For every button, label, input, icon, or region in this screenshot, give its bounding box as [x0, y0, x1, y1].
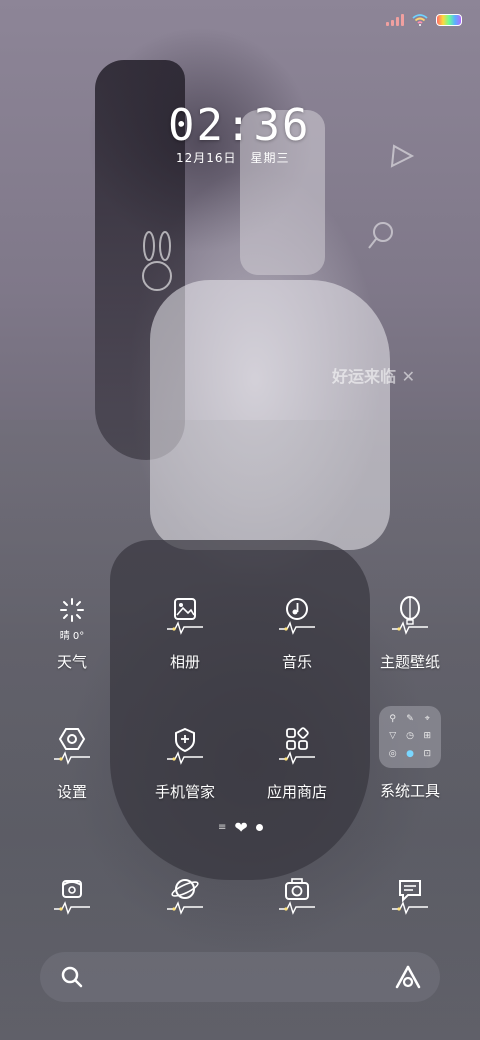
- app-store[interactable]: 应用商店: [237, 725, 357, 802]
- folder-system-tools[interactable]: ⚲ ✎ ⌖ ▽ ◷ ⊞ ◎ ● ⊡ 系统工具: [350, 706, 470, 801]
- dock-messages[interactable]: [350, 875, 470, 923]
- app-label: 应用商店: [266, 783, 327, 801]
- app-store-icon: [273, 725, 321, 773]
- app-settings[interactable]: 设置: [12, 725, 132, 802]
- gallery-icon: [161, 595, 209, 643]
- wallpaper-shirt: [150, 280, 390, 550]
- app-label: 设置: [56, 783, 87, 801]
- settings-icon: [48, 725, 96, 773]
- theme-balloon-icon: [386, 595, 434, 643]
- bunny-deco-icon: [142, 231, 172, 291]
- page-dot: [255, 824, 263, 831]
- browser-planet-icon: [161, 875, 209, 923]
- slogan-text: 好运来临: [332, 367, 397, 386]
- status-bar: [386, 14, 462, 26]
- assistant-icon[interactable]: [394, 964, 422, 990]
- clock-date[interactable]: 12月16日 星期三: [176, 149, 290, 166]
- dock-browser[interactable]: [125, 875, 245, 923]
- app-label: 音乐: [281, 653, 312, 671]
- app-label: 相册: [169, 653, 200, 671]
- messages-icon: [386, 875, 434, 923]
- app-label: 主题壁纸: [379, 653, 440, 671]
- signal-icon: [386, 14, 404, 26]
- heart-page-icon: ❤: [234, 818, 248, 837]
- wallpaper-slogan: 好运来临 ✕: [332, 363, 415, 387]
- app-weather[interactable]: 晴 0° 天气: [12, 595, 132, 672]
- weather-temp: 晴 0°: [59, 631, 85, 642]
- close-deco-icon: ✕: [401, 367, 415, 386]
- search-icon[interactable]: [60, 965, 84, 989]
- date-label: 12月16日: [176, 151, 237, 165]
- page-indicator[interactable]: ≡ ❤: [218, 818, 263, 837]
- battery-icon: [436, 14, 462, 26]
- folder-icon: ⚲ ✎ ⌖ ▽ ◷ ⊞ ◎ ● ⊡: [379, 706, 441, 768]
- clock-time[interactable]: 02:36: [168, 100, 310, 151]
- weather-sun-icon: 晴 0°: [48, 595, 96, 643]
- dock-camera[interactable]: [237, 875, 357, 923]
- camera-icon: [273, 875, 321, 923]
- search-bar[interactable]: [40, 952, 440, 1002]
- app-label: 天气: [56, 653, 87, 671]
- dock-phone[interactable]: [12, 875, 132, 923]
- app-music[interactable]: 音乐: [237, 595, 357, 672]
- phone-icon: [48, 875, 96, 923]
- minus-one-screen-icon: ≡: [218, 822, 227, 833]
- music-icon: [273, 595, 321, 643]
- app-gallery[interactable]: 相册: [125, 595, 245, 672]
- app-theme[interactable]: 主题壁纸: [350, 595, 470, 672]
- triangle-deco-icon: [390, 144, 415, 168]
- wifi-icon: [412, 14, 428, 26]
- weekday-label: 星期三: [250, 151, 290, 165]
- security-shield-icon: [161, 725, 209, 773]
- magnifier-deco-icon: [368, 222, 393, 249]
- app-label: 手机管家: [154, 783, 215, 801]
- app-label: 系统工具: [379, 782, 440, 800]
- app-security[interactable]: 手机管家: [125, 725, 245, 802]
